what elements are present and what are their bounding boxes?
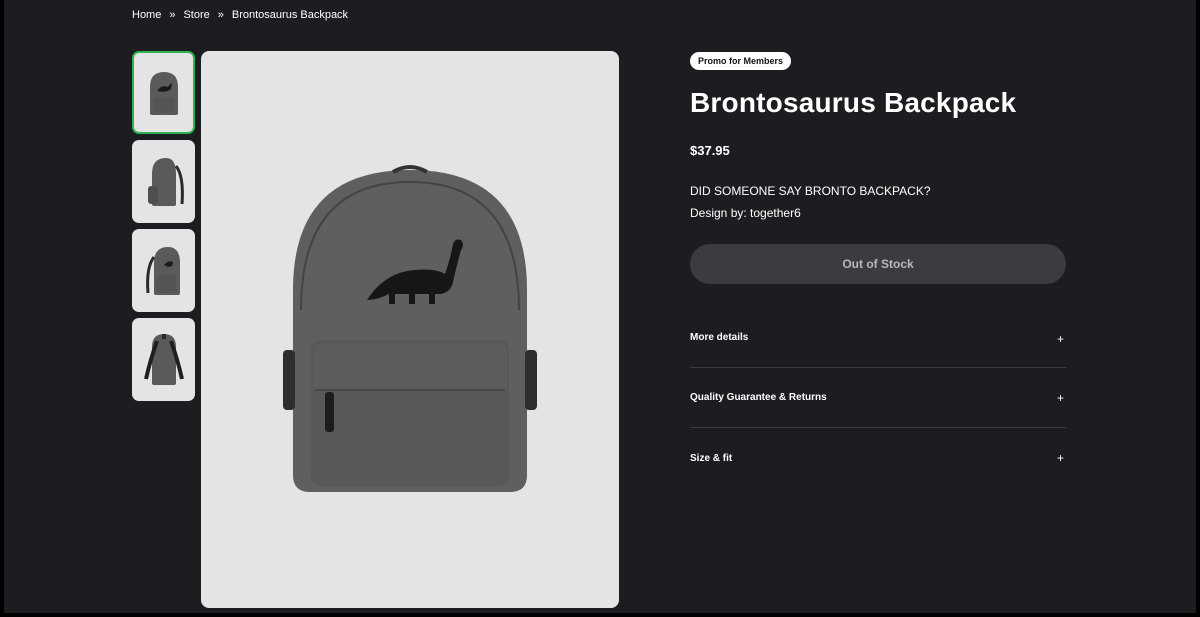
- thumbnail-back[interactable]: [132, 318, 195, 401]
- breadcrumb-home[interactable]: Home: [132, 9, 161, 21]
- breadcrumb-current: Brontosaurus Backpack: [231, 9, 349, 21]
- page-frame: Home » Store » Brontosaurus Backpack Pro…: [4, 0, 1196, 613]
- product-description: DID SOMEONE SAY BRONTO BACKPACK?: [690, 184, 931, 198]
- backpack-back-image: [143, 333, 184, 385]
- accordion-quality-guarantee[interactable]: Quality Guarantee & Returns +: [690, 368, 1066, 428]
- accordion-label: Quality Guarantee & Returns: [690, 392, 827, 403]
- product-main-image[interactable]: [201, 51, 619, 608]
- thumbnail-front[interactable]: [132, 51, 195, 134]
- backpack-front-image: [149, 71, 178, 115]
- accordion-more-details[interactable]: More details +: [690, 325, 1066, 368]
- breadcrumb-store[interactable]: Store: [183, 9, 209, 21]
- thumbnail-list: [132, 51, 195, 401]
- accordion-label: More details: [690, 332, 749, 343]
- backpack-angle-image: [145, 246, 180, 295]
- breadcrumb-separator: »: [217, 9, 224, 21]
- promo-badge: Promo for Members: [690, 52, 792, 70]
- accordion-size-fit[interactable]: Size & fit +: [690, 428, 1066, 488]
- breadcrumb-separator: »: [169, 9, 176, 21]
- expand-plus-icon: +: [1056, 451, 1064, 465]
- thumbnail-angle[interactable]: [132, 229, 195, 312]
- product-title: Brontosaurus Backpack: [690, 87, 1017, 118]
- details-accordion: More details + Quality Guarantee & Retur…: [690, 325, 1066, 488]
- breadcrumb: Home » Store » Brontosaurus Backpack: [132, 9, 348, 21]
- accordion-label: Size & fit: [690, 452, 733, 464]
- product-info: Promo for Members Brontosaurus Backpack …: [690, 51, 1066, 488]
- expand-plus-icon: +: [1056, 332, 1064, 346]
- expand-plus-icon: +: [1056, 390, 1064, 405]
- thumbnail-side[interactable]: [132, 140, 195, 223]
- product-designer: Design by: together6: [690, 206, 801, 220]
- product-price: $37.95: [690, 143, 730, 158]
- backpack-side-image: [147, 157, 184, 206]
- out-of-stock-button[interactable]: Out of Stock: [690, 244, 1066, 284]
- backpack-main-image: [283, 164, 537, 492]
